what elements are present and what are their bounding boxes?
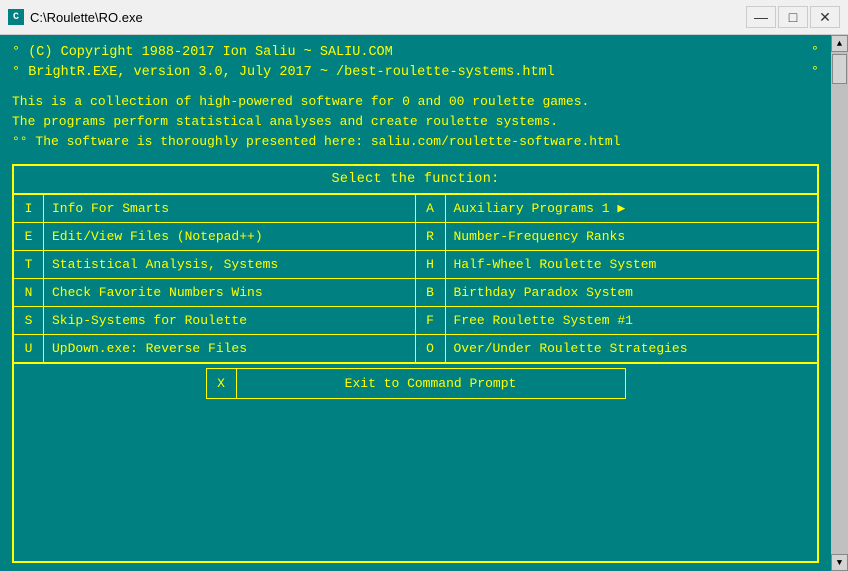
menu-key-i: I — [14, 195, 44, 222]
menu-item-r[interactable]: R Number-Frequency Ranks — [416, 223, 818, 251]
menu-key-f: F — [416, 307, 446, 334]
menu-grid: I Info For Smarts A Auxiliary Programs 1… — [14, 195, 817, 363]
menu-label-o: Over/Under Roulette Strategies — [446, 335, 818, 362]
menu-item-f[interactable]: F Free Roulette System #1 — [416, 307, 818, 335]
menu-label-f: Free Roulette System #1 — [446, 307, 818, 334]
menu-key-n: N — [14, 279, 44, 306]
window-icon: C — [8, 9, 24, 25]
menu-label-b: Birthday Paradox System — [446, 279, 818, 306]
menu-label-a: Auxiliary Programs 1 ▶ — [446, 195, 818, 222]
menu-key-b: B — [416, 279, 446, 306]
menu-item-a[interactable]: A Auxiliary Programs 1 ▶ — [416, 195, 818, 223]
menu-key-t: T — [14, 251, 44, 278]
exit-row: X Exit to Command Prompt — [14, 363, 817, 403]
header-block: ° (C) Copyright 1988-2017 Ion Saliu ~ SA… — [12, 43, 819, 84]
window-controls: — □ ✕ — [746, 6, 840, 28]
window-titlebar: C C:\Roulette\RO.exe — □ ✕ — [0, 0, 848, 35]
menu-label-t: Statistical Analysis, Systems — [44, 251, 415, 278]
maximize-button[interactable]: □ — [778, 6, 808, 28]
menu-item-n[interactable]: N Check Favorite Numbers Wins — [14, 279, 416, 307]
scroll-down-button[interactable]: ▼ — [831, 554, 848, 571]
exit-key: X — [207, 369, 237, 398]
menu-key-s: S — [14, 307, 44, 334]
menu-label-i: Info For Smarts — [44, 195, 415, 222]
scrollbar: ▲ ▼ — [831, 35, 848, 571]
menu-item-i[interactable]: I Info For Smarts — [14, 195, 416, 223]
description-block: This is a collection of high-powered sof… — [12, 92, 819, 152]
menu-label-u: UpDown.exe: Reverse Files — [44, 335, 415, 362]
header-line2-left: ° BrightR.EXE, version 3.0, July 2017 ~ … — [12, 63, 555, 83]
menu-label-h: Half-Wheel Roulette System — [446, 251, 818, 278]
window-title: C:\Roulette\RO.exe — [30, 10, 746, 25]
menu-key-e: E — [14, 223, 44, 250]
header-line-1: ° (C) Copyright 1988-2017 Ion Saliu ~ SA… — [12, 43, 819, 63]
header-line1-right: ° — [811, 43, 819, 63]
menu-item-t[interactable]: T Statistical Analysis, Systems — [14, 251, 416, 279]
menu-label-r: Number-Frequency Ranks — [446, 223, 818, 250]
exit-to-command-prompt-item[interactable]: Exit to Command Prompt — [237, 369, 625, 398]
menu-key-o: O — [416, 335, 446, 362]
menu-item-o[interactable]: O Over/Under Roulette Strategies — [416, 335, 818, 363]
desc-line-2: The programs perform statistical analyse… — [12, 112, 819, 132]
console-area: ° (C) Copyright 1988-2017 Ion Saliu ~ SA… — [0, 35, 848, 571]
exit-cell: X Exit to Command Prompt — [206, 368, 626, 399]
header-line-2: ° BrightR.EXE, version 3.0, July 2017 ~ … — [12, 63, 819, 83]
menu-title: Select the function: — [14, 166, 817, 195]
desc-line-1: This is a collection of high-powered sof… — [12, 92, 819, 112]
minimize-button[interactable]: — — [746, 6, 776, 28]
menu-key-u: U — [14, 335, 44, 362]
scroll-thumb[interactable] — [832, 54, 847, 84]
console-content: ° (C) Copyright 1988-2017 Ion Saliu ~ SA… — [0, 35, 831, 571]
desc-line-3: °° The software is thoroughly presented … — [12, 132, 819, 152]
close-button[interactable]: ✕ — [810, 6, 840, 28]
menu-label-n: Check Favorite Numbers Wins — [44, 279, 415, 306]
menu-key-a: A — [416, 195, 446, 222]
scroll-up-button[interactable]: ▲ — [831, 35, 848, 52]
header-line1-left: ° (C) Copyright 1988-2017 Ion Saliu ~ SA… — [12, 43, 393, 63]
menu-box: Select the function: I Info For Smarts A… — [12, 164, 819, 563]
menu-key-r: R — [416, 223, 446, 250]
menu-item-s[interactable]: S Skip-Systems for Roulette — [14, 307, 416, 335]
header-line2-right: ° — [811, 63, 819, 83]
menu-item-b[interactable]: B Birthday Paradox System — [416, 279, 818, 307]
menu-label-e: Edit/View Files (Notepad++) — [44, 223, 415, 250]
menu-item-u[interactable]: U UpDown.exe: Reverse Files — [14, 335, 416, 363]
menu-item-h[interactable]: H Half-Wheel Roulette System — [416, 251, 818, 279]
menu-key-h: H — [416, 251, 446, 278]
menu-label-s: Skip-Systems for Roulette — [44, 307, 415, 334]
menu-item-e[interactable]: E Edit/View Files (Notepad++) — [14, 223, 416, 251]
